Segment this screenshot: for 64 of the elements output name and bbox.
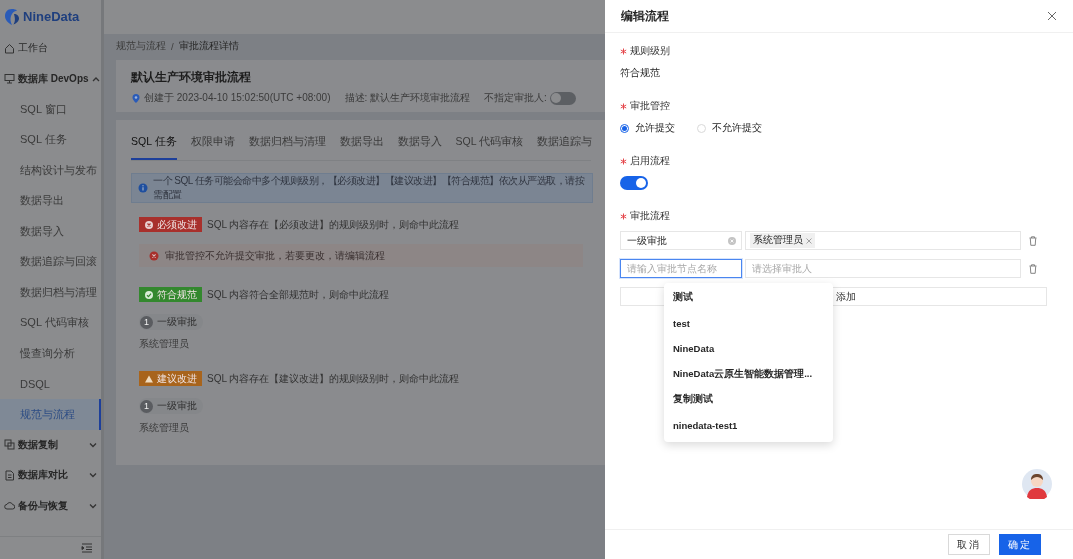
breadcrumb-link[interactable]: 规范与流程 <box>116 39 166 53</box>
nav-item[interactable]: SQL 任务 <box>0 124 101 155</box>
level-tag: 必须改进 <box>139 217 202 232</box>
tab[interactable]: 数据导出 <box>339 126 384 160</box>
rule-text: SQL 内容存在【建议改进】的规则级别时，则命中此流程 <box>207 371 460 386</box>
nav-item[interactable]: 数据导出 <box>0 185 101 216</box>
field-value: 符合规范 <box>620 66 660 80</box>
rule-text: SQL 内容符合全部规范时，则命中此流程 <box>207 287 390 302</box>
logo-text: NineData <box>23 9 80 24</box>
step-number: 1 <box>140 315 153 329</box>
step-name: 一级审批 <box>157 399 197 413</box>
nav-item[interactable]: 数据库 DevOps <box>0 63 101 94</box>
nav-item[interactable]: 数据归档与清理 <box>0 277 101 308</box>
menu-option[interactable]: 复制测试 <box>664 387 833 413</box>
nav-item[interactable]: 工作台 <box>0 33 101 64</box>
approver-name: 系统管理员 <box>139 337 190 351</box>
nav-item[interactable]: 慢查询分析 <box>0 338 101 369</box>
nav-item[interactable]: 数据追踪与回滚 <box>0 246 101 277</box>
tab[interactable]: 数据追踪与 <box>537 126 593 160</box>
menu-option[interactable]: NineData <box>664 336 833 362</box>
node-name-field[interactable]: 一级审批 <box>620 231 742 250</box>
tab[interactable]: 权限申请 <box>190 126 235 160</box>
tab[interactable]: 数据导入 <box>397 126 442 160</box>
approver-select[interactable]: 请选择审批人 <box>745 259 1021 278</box>
alert-text: 审批管控不允许提交审批，若要更改，请编辑流程 <box>165 248 385 263</box>
nav-item[interactable]: 数据复制 <box>0 429 101 460</box>
level-tag: 建议改进 <box>139 371 202 386</box>
nav-item[interactable]: 数据导入 <box>0 216 101 247</box>
breadcrumb-separator: / <box>171 40 174 52</box>
tab[interactable]: SQL 代码审核 <box>455 126 524 160</box>
created-time: 创建于 2023-04-10 15:02:50(UTC +08:00) <box>144 91 331 105</box>
no-approver-label: 不指定审批人: <box>484 91 547 105</box>
flow-description: 描述: 默认生产环境审批流程 <box>344 91 471 105</box>
approver-select[interactable]: 系统管理员 <box>745 231 1021 250</box>
nav-item[interactable]: 规范与流程 <box>0 399 101 430</box>
nav-item[interactable]: 结构设计与发布 <box>0 155 101 186</box>
field-label: 审批流程 <box>630 209 670 223</box>
drawer-title: 编辑流程 <box>621 8 669 24</box>
step-number: 1 <box>140 399 153 413</box>
breadcrumb-current: 审批流程详情 <box>178 39 239 53</box>
node-name-field[interactable]: 请输入审批节点名称 <box>620 259 742 278</box>
flow-title: 默认生产环境审批流程 <box>131 70 252 85</box>
rule-text: SQL 内容存在【必须改进】的规则级别时，则命中此流程 <box>207 217 460 232</box>
menu-option[interactable]: NineData云原生智能数据管理... <box>664 361 833 387</box>
level-tag: 符合规范 <box>139 287 202 302</box>
nav-item[interactable]: SQL 窗口 <box>0 94 101 125</box>
tab[interactable]: 数据归档与清理 <box>248 126 326 160</box>
nav-item[interactable]: SQL 代码审核 <box>0 307 101 338</box>
nav-item[interactable]: 备份与恢复 <box>0 490 101 521</box>
menu-option[interactable]: ninedata-test1 <box>664 412 833 438</box>
menu-option[interactable]: test <box>664 310 833 336</box>
cancel-button[interactable]: 取消 <box>948 534 990 555</box>
nav-item[interactable]: 数据库对比 <box>0 460 101 491</box>
field-label: 启用流程 <box>630 154 670 168</box>
approver-tag: 系统管理员 <box>750 233 815 248</box>
approver-name: 系统管理员 <box>139 421 190 435</box>
tab[interactable]: SQL 任务 <box>131 126 177 160</box>
confirm-button[interactable]: 确定 <box>999 534 1041 555</box>
nav-item[interactable]: DSQL <box>0 368 101 399</box>
radio-label: 不允许提交 <box>712 121 762 135</box>
field-label: 规则级别 <box>630 44 670 58</box>
step-name: 一级审批 <box>157 315 197 329</box>
field-label: 审批管控 <box>630 99 670 113</box>
radio-label: 允许提交 <box>635 121 675 135</box>
